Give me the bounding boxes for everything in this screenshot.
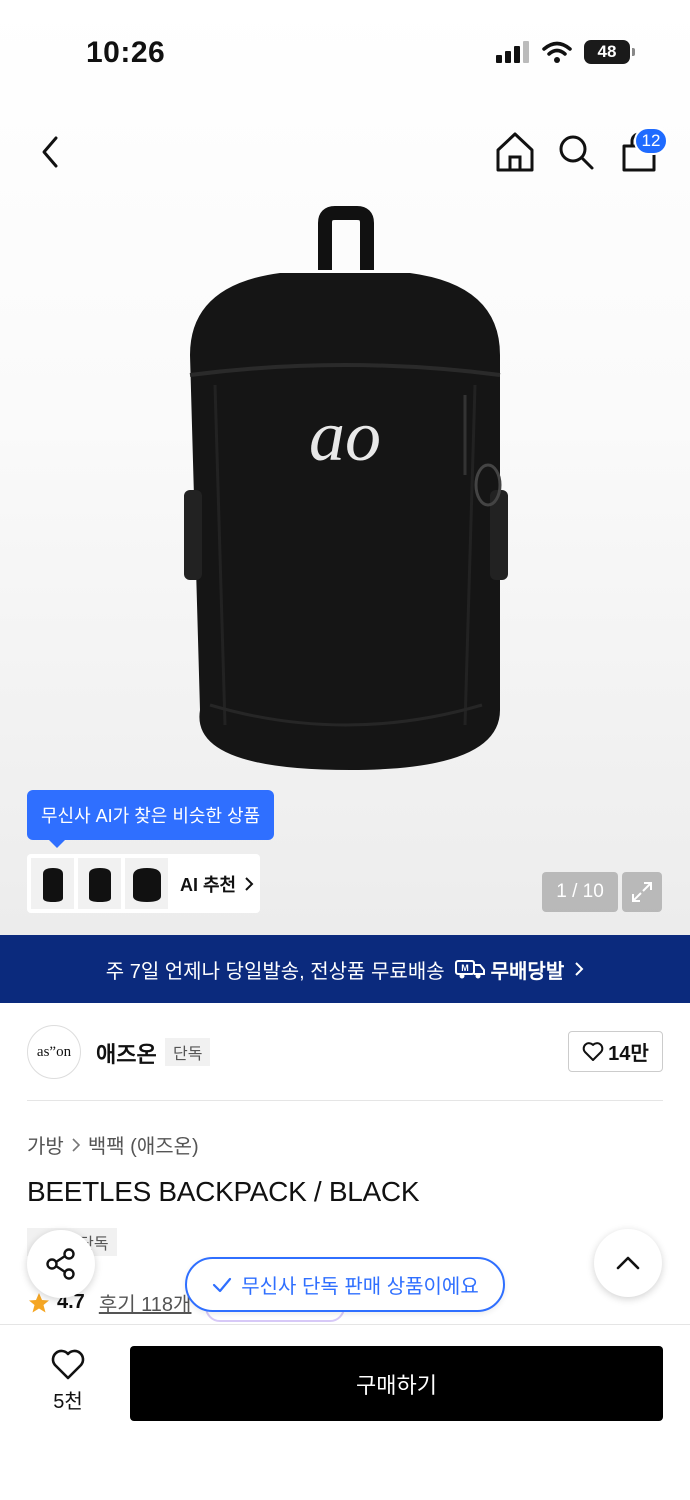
backpack-thumbnail-icon (132, 867, 161, 902)
delivery-banner-text: 주 7일 언제나 당일발송, 전상품 무료배송 (105, 960, 445, 983)
backpack-thumbnail-icon (88, 867, 111, 902)
chevron-right-icon (245, 876, 254, 891)
heart-icon (582, 1041, 604, 1061)
battery-level: 48 (597, 42, 617, 61)
buy-button[interactable]: 구매하기 (130, 1346, 663, 1421)
home-icon[interactable] (494, 130, 536, 174)
brand-exclusive-tag: 단독 (165, 1038, 211, 1066)
breadcrumb-item[interactable]: 가방 (27, 1130, 64, 1159)
delivery-banner[interactable]: 주 7일 언제나 당일발송, 전상품 무료배송 M 무배당발 (0, 935, 690, 1003)
share-icon (46, 1248, 75, 1280)
svg-text:M: M (461, 963, 469, 973)
brand-like-count: 14만 (608, 1043, 649, 1065)
status-bar: 10:26 48 (0, 0, 690, 110)
wishlist-button[interactable]: 5천 (36, 1349, 100, 1414)
bottom-action-bar: 5천 구매하기 (0, 1324, 690, 1500)
share-button[interactable] (27, 1230, 95, 1298)
brand-name[interactable]: 애즈온 (96, 1037, 157, 1069)
status-time: 10:26 (86, 36, 166, 69)
exclusive-toast[interactable]: 무신사 단독 판매 상품이에요 (185, 1257, 505, 1312)
delivery-brand: M 무배당발 (454, 955, 565, 984)
product-title: BEETLES BACKPACK / BLACK (27, 1176, 420, 1207)
wishlist-count: 5천 (53, 1391, 83, 1413)
scroll-top-button[interactable] (594, 1229, 662, 1297)
image-counter: 1 / 10 (542, 872, 618, 912)
chevron-right-icon (575, 962, 584, 976)
ai-recommendation-label: AI 추천 (180, 871, 254, 897)
expand-button[interactable] (622, 872, 662, 912)
cart-count-badge: 12 (634, 127, 668, 155)
backpack-thumbnail-icon (42, 867, 63, 902)
signal-icon (496, 41, 529, 63)
breadcrumb-item[interactable]: 백팩 (애즈온) (88, 1130, 199, 1159)
breadcrumb: 가방 백팩 (애즈온) (27, 1130, 199, 1159)
chevron-right-icon (72, 1137, 80, 1152)
brand-like-button[interactable]: 14만 (568, 1031, 663, 1072)
brand-logo[interactable]: as”on (27, 1025, 81, 1079)
back-arrow-icon[interactable] (34, 132, 70, 172)
divider (27, 1100, 663, 1101)
ai-thumbnail (31, 858, 74, 909)
backpack-image[interactable]: ao (170, 205, 520, 775)
wifi-icon (542, 41, 572, 63)
search-icon[interactable] (556, 132, 596, 172)
battery-icon: 48 (584, 40, 635, 64)
ai-thumbnail (125, 858, 168, 909)
brand-row: as”on 애즈온 단독 14만 (27, 1025, 663, 1081)
checkmark-icon (213, 1277, 232, 1292)
ai-recommendation-tooltip[interactable]: 무신사 AI가 찾은 비슷한 상품 (27, 790, 275, 848)
delivery-truck-icon: M (454, 960, 485, 979)
expand-icon (632, 882, 652, 902)
delivery-brand-label: 무배당발 (490, 960, 565, 983)
svg-text:ao: ao (309, 396, 381, 476)
top-nav (0, 128, 690, 178)
ai-thumbnail (78, 858, 121, 909)
review-link[interactable]: 후기 118개 (99, 1288, 192, 1317)
chevron-up-icon (616, 1256, 640, 1270)
status-icons: 48 (496, 40, 635, 64)
toast-text: 무신사 단독 판매 상품이에요 (241, 1276, 479, 1298)
ai-label-text: AI 추천 (180, 874, 237, 895)
heart-icon (51, 1349, 85, 1380)
ai-recommendation-button[interactable]: AI 추천 (27, 854, 260, 913)
